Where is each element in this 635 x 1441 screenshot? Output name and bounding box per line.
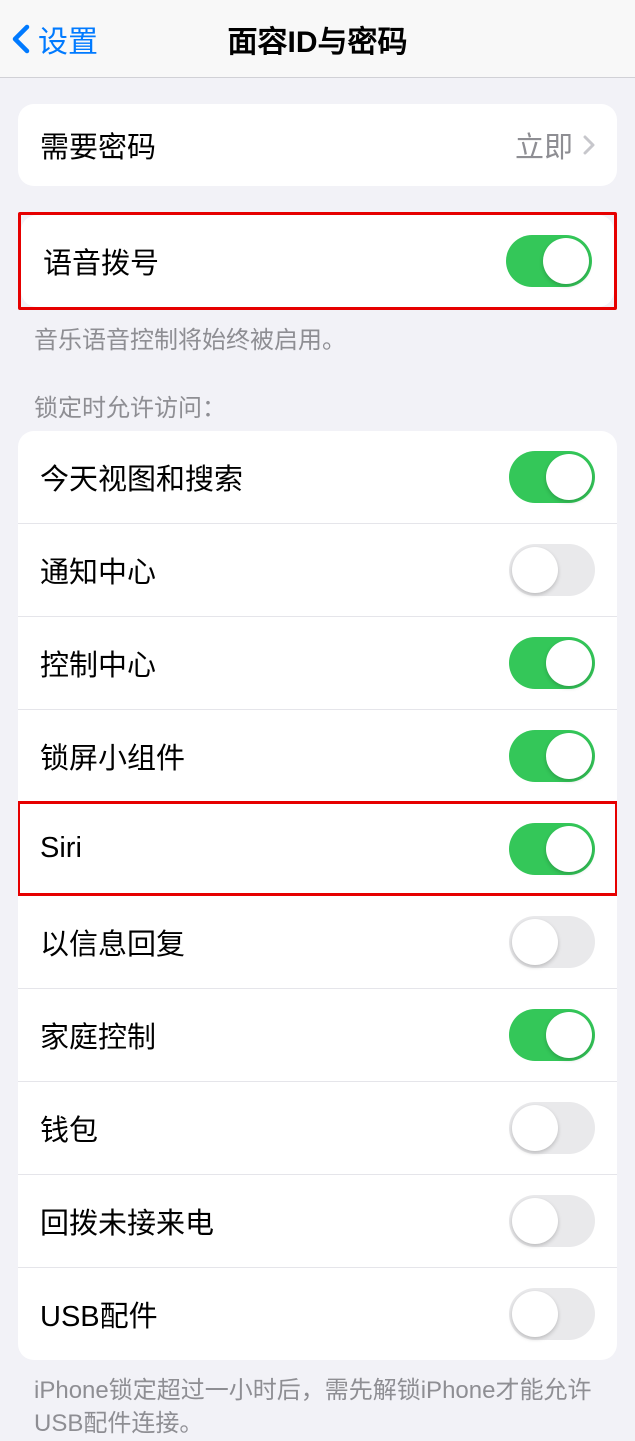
lock-access-label: Siri [40,832,82,865]
voice-dial-highlight: 语音拨号 [18,212,617,310]
lock-access-label: USB配件 [40,1293,158,1335]
require-passcode-value: 立即 [515,124,573,166]
lock-access-row: 今天视图和搜索 [18,431,617,523]
voice-dial-section: 语音拨号 [21,215,614,307]
lock-access-label: 钱包 [40,1107,98,1149]
toggle-knob [546,826,592,872]
toggle-knob [512,547,558,593]
back-label: 设置 [38,17,98,61]
lock-access-row: 通知中心 [18,523,617,616]
lock-access-header: 锁定时允许访问： [0,358,635,431]
home-control-toggle[interactable] [509,1009,595,1061]
lock-access-row: Siri [18,802,617,895]
today-view-toggle[interactable] [509,451,595,503]
reply-message-toggle[interactable] [509,916,595,968]
lock-access-row: 以信息回复 [18,895,617,988]
require-passcode-section: 需要密码 立即 [18,104,617,186]
toggle-knob [546,640,592,686]
voice-dial-footer: 音乐语音控制将始终被启用。 [0,310,635,358]
lock-access-label: 家庭控制 [40,1014,156,1056]
page-title: 面容ID与密码 [228,17,408,61]
toggle-knob [512,1291,558,1337]
require-passcode-row[interactable]: 需要密码 立即 [18,104,617,186]
lock-access-label: 以信息回复 [40,921,185,963]
lock-access-label: 回拨未接来电 [40,1200,214,1242]
lock-access-label: 控制中心 [40,642,156,684]
lock-access-section: 今天视图和搜索通知中心控制中心锁屏小组件 Siri 以信息回复家庭控制钱包回拨未接来… [18,431,617,1360]
lock-access-row: 钱包 [18,1081,617,1174]
toggle-knob [546,733,592,779]
usb-accessories-toggle[interactable] [509,1288,595,1340]
lock-access-label: 通知中心 [40,549,156,591]
voice-dial-toggle[interactable] [506,235,592,287]
toggle-knob [546,454,592,500]
chevron-left-icon [12,24,30,54]
require-passcode-right: 立即 [515,124,595,166]
toggle-knob [512,1105,558,1151]
notification-center-toggle[interactable] [509,544,595,596]
toggle-knob [546,1012,592,1058]
toggle-knob [512,919,558,965]
back-button[interactable]: 设置 [0,17,98,61]
content: 需要密码 立即 语音拨号 音乐语音控制将始终被启用。 锁定时允许访问： 今天视图… [0,104,635,1441]
lock-access-row: USB配件 [18,1267,617,1360]
control-center-toggle[interactable] [509,637,595,689]
toggle-knob [543,238,589,284]
voice-dial-label: 语音拨号 [43,240,159,282]
navbar: 设置 面容ID与密码 [0,0,635,78]
lock-access-row: 控制中心 [18,616,617,709]
lock-access-label: 今天视图和搜索 [40,456,243,498]
wallet-toggle[interactable] [509,1102,595,1154]
usb-footer: iPhone锁定超过一小时后，需先解锁iPhone才能允许USB配件连接。 [0,1360,635,1441]
voice-dial-row: 语音拨号 [21,215,614,307]
chevron-right-icon [583,135,595,155]
lock-access-row: 家庭控制 [18,988,617,1081]
siri-toggle[interactable] [509,823,595,875]
lock-access-label: 锁屏小组件 [40,735,185,777]
callback-toggle[interactable] [509,1195,595,1247]
require-passcode-label: 需要密码 [40,124,156,166]
lock-access-row: 锁屏小组件 [18,709,617,802]
lock-widgets-toggle[interactable] [509,730,595,782]
toggle-knob [512,1198,558,1244]
